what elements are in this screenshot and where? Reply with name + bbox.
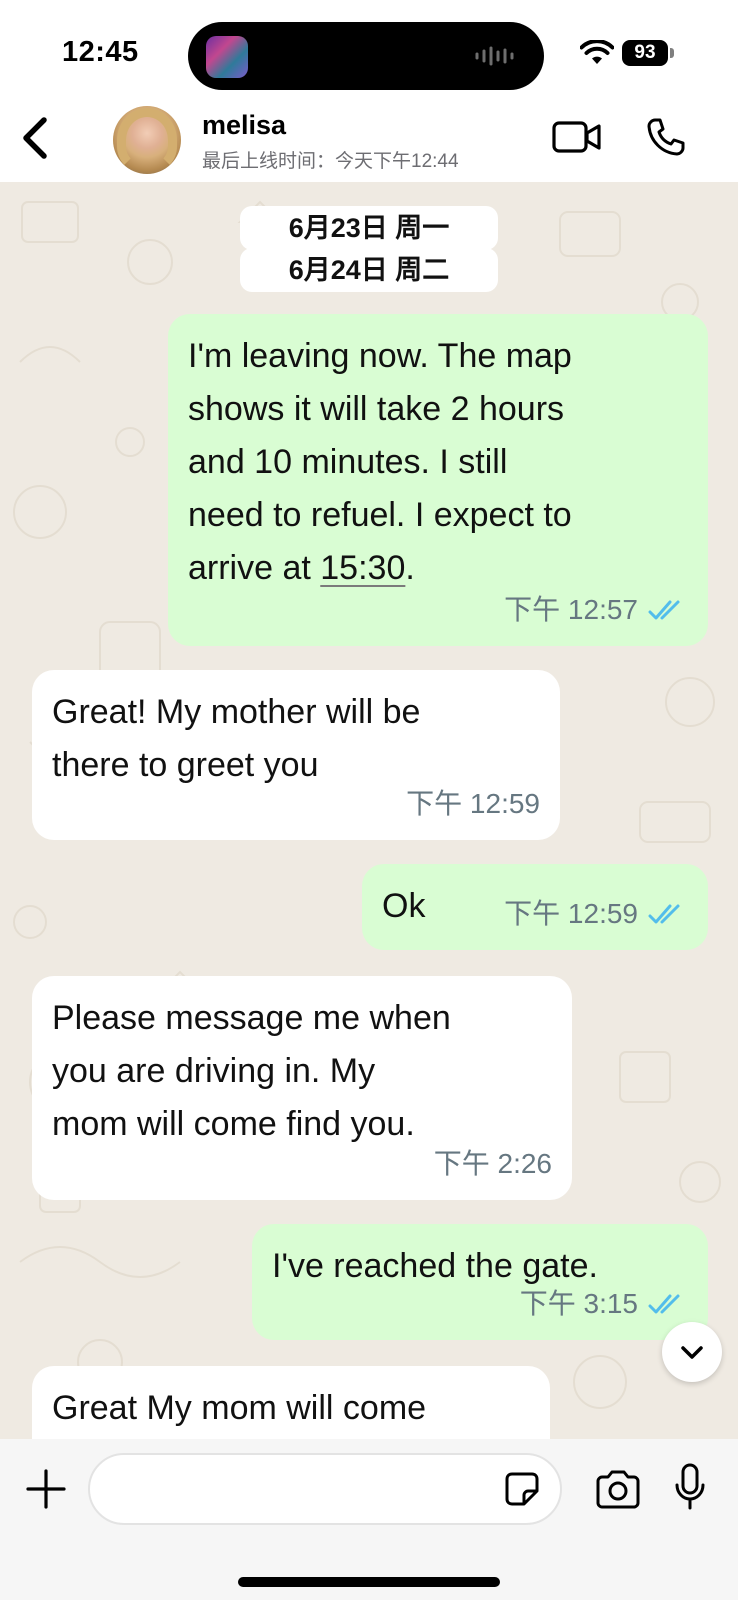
status-bar: 12:45 93 — [0, 0, 738, 100]
scroll-to-bottom-button[interactable] — [662, 1322, 722, 1382]
audio-wave-icon — [475, 46, 514, 66]
home-indicator[interactable] — [238, 1577, 500, 1587]
wifi-icon — [580, 40, 614, 64]
double-check-icon — [648, 904, 680, 923]
chat-area[interactable]: 6月23日 周一 6月24日 周二 I'm leaving now. The m… — [0, 182, 738, 1439]
camera-icon[interactable] — [594, 1469, 642, 1509]
plus-icon[interactable] — [24, 1467, 68, 1511]
status-time: 12:45 — [62, 36, 139, 68]
battery-indicator: 93 — [622, 40, 668, 66]
double-check-icon — [648, 1294, 680, 1313]
composer-bar — [0, 1439, 738, 1600]
message-text-end: . — [405, 549, 415, 587]
message-time: 下午 12:57 — [504, 594, 638, 625]
sticker-icon[interactable] — [504, 1471, 540, 1507]
chat-header: melisa 最后上线时间：今天下午12:44 — [0, 100, 738, 182]
message-meta: 下午 12:59 — [406, 777, 540, 830]
message-meta: 下午 12:59 — [504, 887, 688, 940]
message-time: 下午 12:59 — [406, 788, 540, 819]
message-meta: 下午 2:26 — [434, 1137, 552, 1190]
message-input[interactable] — [88, 1453, 562, 1525]
battery-tip — [670, 48, 674, 58]
time-link[interactable]: 15:30 — [320, 549, 405, 587]
contact-name[interactable]: melisa — [202, 110, 286, 141]
message-text: Great My mom will come — [52, 1389, 427, 1427]
message-text: Please message me when you are driving i… — [52, 999, 451, 1143]
video-call-icon[interactable] — [552, 120, 602, 154]
message-text: I'm leaving now. The map shows it will t… — [188, 330, 688, 595]
message-meta: 下午 12:57 — [504, 583, 688, 636]
date-divider: 6月23日 周一 — [240, 206, 498, 250]
message-bubble-outgoing[interactable]: Ok 下午 12:59 — [362, 864, 708, 950]
phone-call-icon[interactable] — [646, 117, 686, 157]
dynamic-island[interactable] — [188, 22, 544, 90]
message-bubble-incoming[interactable]: Please message me when you are driving i… — [32, 976, 572, 1200]
last-seen-status: 最后上线时间：今天下午12:44 — [202, 151, 459, 172]
chevron-down-icon — [681, 1346, 703, 1359]
double-check-icon — [648, 600, 680, 619]
message-time: 下午 2:26 — [433, 1148, 552, 1179]
date-divider: 6月24日 周二 — [240, 248, 498, 292]
microphone-icon[interactable] — [674, 1463, 706, 1511]
back-icon[interactable] — [14, 110, 58, 166]
message-bubble-incoming[interactable]: Great My mom will come — [32, 1366, 550, 1439]
avatar[interactable] — [113, 106, 181, 174]
message-time: 下午 3:15 — [519, 1288, 638, 1319]
message-time: 下午 12:59 — [504, 898, 638, 929]
now-playing-artwork — [206, 36, 248, 78]
message-bubble-outgoing[interactable]: I'm leaving now. The map shows it will t… — [168, 314, 708, 646]
message-bubble-outgoing[interactable]: I've reached the gate. 下午 3:15 — [252, 1224, 708, 1340]
message-bubble-incoming[interactable]: Great! My mother will be there to greet … — [32, 670, 560, 840]
avatar-hair — [117, 108, 177, 172]
